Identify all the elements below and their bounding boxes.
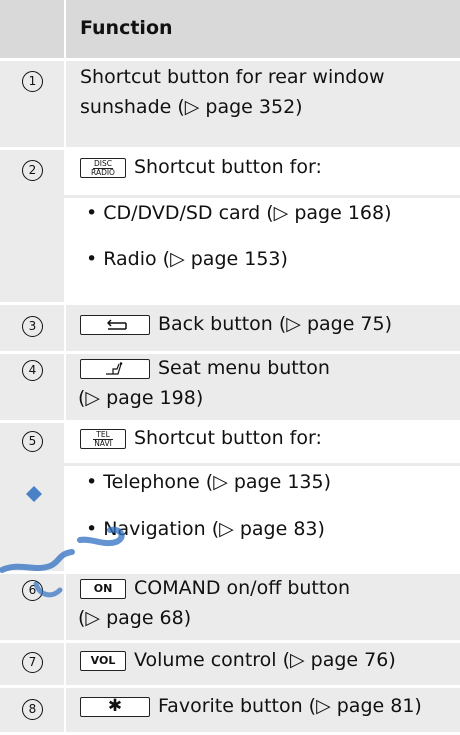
seat-icon xyxy=(80,358,150,379)
table-row: 8 ✱ Favorite button (▷ page 81) xyxy=(0,688,460,735)
bullet-item: • CD/DVD/SD card (▷ page 168) xyxy=(86,202,392,224)
row-text-line: COMAND on/off button xyxy=(134,577,350,599)
item-number: 7 xyxy=(22,652,43,673)
row-text-line: Seat menu button xyxy=(158,357,330,379)
bullet-item: • Radio (▷ page 153) xyxy=(86,248,288,270)
row-text-line: sunshade (▷ page 352) xyxy=(80,96,303,118)
table-row: 7 VOL Volume control (▷ page 76) xyxy=(0,643,460,688)
table-row: 2 DISC RADIO Shortcut button for: • CD/DVD… xyxy=(0,150,460,305)
table-row: 1 Shortcut button for rear window sunsha… xyxy=(0,61,460,150)
item-number: 3 xyxy=(22,316,43,337)
row-text: Shortcut button for: xyxy=(134,156,322,178)
row-text: Back button (▷ page 75) xyxy=(158,313,393,335)
row-text: Shortcut button for: xyxy=(134,427,322,449)
item-number: 4 xyxy=(22,360,43,381)
item-number: 2 xyxy=(22,160,43,181)
vol-key-icon: VOL xyxy=(80,650,126,671)
item-number: 1 xyxy=(22,71,43,92)
row-text: Volume control (▷ page 76) xyxy=(134,649,396,671)
table-header: Function xyxy=(0,0,460,61)
back-icon xyxy=(80,314,150,335)
column-title: Function xyxy=(80,17,173,39)
row-text-line: Shortcut button for rear window xyxy=(80,66,385,88)
watermark-logo xyxy=(0,486,125,598)
item-number: 8 xyxy=(22,699,43,720)
row-text-line: (▷ page 198) xyxy=(78,387,204,409)
favorite-key-icon: ✱ xyxy=(80,696,150,717)
disc-radio-key-icon: DISC RADIO xyxy=(80,157,126,178)
tel-navi-key-icon: TEL NAVI xyxy=(80,428,126,449)
row-text: Favorite button (▷ page 81) xyxy=(158,695,422,717)
item-number: 5 xyxy=(22,431,43,452)
function-table: Function 1 Shortcut button for rear wind… xyxy=(0,0,460,735)
table-row: 3 Back button (▷ page 75) xyxy=(0,305,460,354)
table-row: 4 Seat menu button (▷ page 198) xyxy=(0,354,460,423)
